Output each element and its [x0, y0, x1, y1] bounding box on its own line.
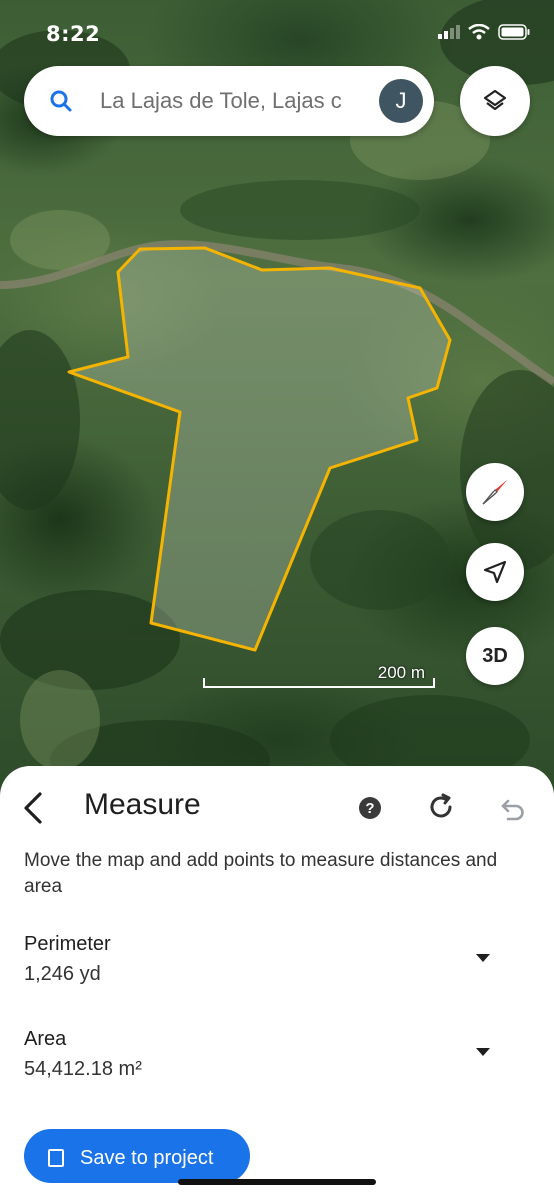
account-avatar[interactable]: J	[379, 79, 423, 123]
layers-icon	[483, 89, 507, 111]
signal-icon	[438, 25, 460, 39]
bookmark-icon	[48, 1149, 64, 1167]
perimeter-value: 1,246 yd	[24, 963, 101, 985]
save-to-project-button[interactable]: Save to project	[24, 1129, 250, 1183]
map-scale: 200 m	[203, 660, 435, 690]
status-icons	[438, 24, 530, 40]
wifi-icon	[468, 24, 490, 40]
search-bar[interactable]: La Lajas de Tole, Lajas c J	[24, 66, 434, 136]
scale-bar	[203, 678, 435, 688]
status-bar: 8:22	[0, 0, 554, 64]
compass-icon	[482, 480, 507, 505]
area-label: Area	[24, 1028, 67, 1050]
navigation-arrow-icon	[483, 560, 507, 584]
back-arrow-icon[interactable]	[20, 790, 50, 826]
compass-button[interactable]	[466, 463, 524, 521]
layers-button[interactable]	[460, 66, 530, 136]
my-location-button[interactable]	[466, 543, 524, 601]
area-value: 54,412.18 m²	[24, 1058, 142, 1080]
save-button-label: Save to project	[80, 1147, 214, 1169]
search-icon	[50, 90, 72, 112]
satellite-map[interactable]: 8:22 La Lajas de Tole, Lajas c J 3D 200 …	[0, 0, 554, 800]
search-query[interactable]: La Lajas de Tole, Lajas c	[100, 88, 390, 116]
svg-text:?: ?	[365, 800, 374, 817]
battery-icon	[498, 24, 530, 40]
status-time: 8:22	[46, 22, 101, 46]
undo-icon[interactable]	[498, 793, 528, 823]
measure-instructions: Move the map and add points to measure d…	[24, 850, 498, 897]
reset-icon[interactable]	[426, 792, 456, 822]
home-indicator	[178, 1179, 376, 1185]
area-unit-dropdown-icon[interactable]	[473, 1045, 493, 1059]
help-icon[interactable]: ?	[358, 796, 382, 820]
panel-title: Measure	[84, 788, 201, 821]
3d-toggle-button[interactable]: 3D	[466, 627, 524, 685]
perimeter-label: Perimeter	[24, 933, 111, 955]
perimeter-unit-dropdown-icon[interactable]	[473, 951, 493, 965]
measure-panel: Measure ? Move the map and add points to…	[0, 766, 554, 1200]
